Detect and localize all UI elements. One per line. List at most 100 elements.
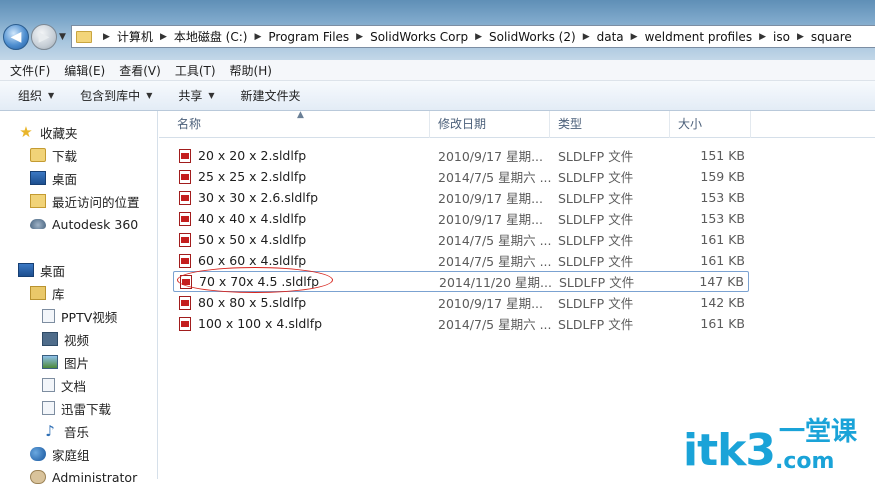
column-header-name[interactable]: 名称 [169, 111, 430, 138]
nav-label: 家庭组 [52, 447, 90, 463]
recent-places-icon [30, 194, 46, 208]
cloud-icon [30, 219, 46, 229]
menu-file[interactable]: 文件(F) [10, 62, 50, 79]
recent-pages-dropdown[interactable]: ▼ [59, 32, 66, 42]
chevron-down-icon: ▼ [48, 91, 55, 100]
breadcrumb-iso[interactable]: iso [773, 30, 790, 44]
nav-label: 音乐 [64, 424, 90, 440]
sldlfp-file-icon [179, 211, 191, 226]
nav-xunlei-downloads[interactable]: 迅雷下载 [42, 398, 111, 418]
include-in-library-button[interactable]: 包含到库中 ▼ [80, 87, 152, 104]
file-row[interactable]: 80 x 80 x 5.sldlfp 2010/9/17 星期... SLDLF… [173, 292, 749, 313]
breadcrumb-separator-icon[interactable]: ▶ [356, 32, 363, 42]
nav-label: 库 [52, 286, 65, 302]
breadcrumb-program-files[interactable]: Program Files [268, 30, 349, 44]
nav-music[interactable]: ♪ 音乐 [42, 421, 89, 441]
share-label: 共享 [178, 89, 203, 103]
nav-autodesk-360[interactable]: Autodesk 360 [30, 214, 138, 234]
nav-pictures[interactable]: 图片 [42, 352, 89, 372]
command-bar: 组织 ▼ 包含到库中 ▼ 共享 ▼ 新建文件夹 [0, 81, 875, 111]
column-header-date[interactable]: 修改日期 [430, 111, 550, 138]
file-date: 2010/9/17 星期... [438, 212, 543, 227]
menu-help[interactable]: 帮助(H) [230, 62, 272, 79]
breadcrumb-separator-icon[interactable]: ▶ [475, 32, 482, 42]
breadcrumb-separator-icon[interactable]: ▶ [631, 32, 638, 42]
navigation-pane: ★ 收藏夹 下载 桌面 最近访问的位置 Autodesk 360 桌面 库 PP… [0, 111, 158, 485]
nav-desktop-root[interactable]: 桌面 [18, 260, 65, 280]
organize-button[interactable]: 组织 ▼ [18, 87, 54, 104]
file-date: 2010/9/17 星期... [438, 149, 543, 164]
downloads-folder-icon [30, 148, 46, 162]
file-date: 2014/7/5 星期六 ... [438, 233, 552, 248]
nav-documents[interactable]: 文档 [42, 375, 86, 395]
menu-tools[interactable]: 工具(T) [175, 62, 216, 79]
breadcrumb-computer[interactable]: 计算机 [117, 28, 153, 45]
file-type: SLDLFP 文件 [558, 296, 634, 311]
breadcrumb-solidworks-2[interactable]: SolidWorks (2) [489, 30, 576, 44]
address-bar[interactable]: ▶ 计算机 ▶ 本地磁盘 (C:) ▶ Program Files ▶ Soli… [71, 25, 875, 48]
new-folder-button[interactable]: 新建文件夹 [241, 87, 301, 104]
sldlfp-file-icon [179, 190, 191, 205]
breadcrumb-separator-icon[interactable]: ▶ [759, 32, 766, 42]
nav-administrator[interactable]: Administrator [30, 467, 137, 487]
sldlfp-file-icon [179, 148, 191, 163]
file-name: 100 x 100 x 4.sldlfp [198, 316, 323, 331]
file-size: 151 KB [700, 148, 745, 163]
breadcrumb-local-disk[interactable]: 本地磁盘 (C:) [174, 28, 248, 45]
file-row[interactable]: 30 x 30 x 2.6.sldlfp 2010/9/17 星期... SLD… [173, 187, 749, 208]
music-note-icon: ♪ [45, 422, 55, 440]
file-size: 142 KB [700, 295, 745, 310]
picture-icon [42, 355, 58, 369]
chevron-down-icon: ▼ [208, 91, 215, 100]
breadcrumb-separator-icon[interactable]: ▶ [254, 32, 261, 42]
file-name: 20 x 20 x 2.sldlfp [198, 148, 307, 163]
file-date: 2014/11/20 星期... [439, 275, 552, 290]
file-row[interactable]: 50 x 50 x 4.sldlfp 2014/7/5 星期六 ... SLDL… [173, 229, 749, 250]
breadcrumb-data[interactable]: data [597, 30, 624, 44]
file-row[interactable]: 40 x 40 x 4.sldlfp 2010/9/17 星期... SLDLF… [173, 208, 749, 229]
forward-button[interactable]: ▶ [31, 24, 57, 50]
nav-label: 下载 [52, 148, 78, 164]
breadcrumb-separator-icon[interactable]: ▶ [583, 32, 590, 42]
breadcrumb-square[interactable]: square [811, 30, 852, 44]
video-icon [42, 332, 58, 346]
file-type: SLDLFP 文件 [558, 170, 634, 185]
file-row[interactable]: 20 x 20 x 2.sldlfp 2010/9/17 星期... SLDLF… [173, 145, 749, 166]
file-name: 80 x 80 x 5.sldlfp [198, 295, 307, 310]
nav-label: 图片 [64, 355, 90, 371]
column-header-type[interactable]: 类型 [550, 111, 670, 138]
nav-libraries[interactable]: 库 [30, 283, 65, 303]
nav-label: 桌面 [40, 263, 66, 279]
star-icon: ★ [19, 123, 33, 141]
nav-downloads[interactable]: 下载 [30, 145, 77, 165]
share-button[interactable]: 共享 ▼ [178, 87, 214, 104]
breadcrumb-separator-icon[interactable]: ▶ [160, 32, 167, 42]
address-area: ◀ ▶ ▼ ▶ 计算机 ▶ 本地磁盘 (C:) ▶ Program Files … [0, 0, 875, 60]
file-name: 50 x 50 x 4.sldlfp [198, 232, 307, 247]
file-row[interactable]: 25 x 25 x 2.sldlfp 2014/7/5 星期六 ... SLDL… [173, 166, 749, 187]
watermark-main: itk3 [682, 425, 776, 476]
arrow-left-icon: ◀ [10, 29, 22, 45]
nav-homegroup[interactable]: 家庭组 [30, 444, 90, 464]
breadcrumb-separator-icon[interactable]: ▶ [797, 32, 804, 42]
nav-videos[interactable]: 视频 [42, 329, 89, 349]
breadcrumb-separator-icon[interactable]: ▶ [103, 32, 110, 42]
nav-desktop[interactable]: 桌面 [30, 168, 77, 188]
file-type: SLDLFP 文件 [559, 275, 635, 290]
nav-favorites[interactable]: ★ 收藏夹 [18, 122, 77, 142]
file-type: SLDLFP 文件 [558, 233, 634, 248]
breadcrumb-weldment-profiles[interactable]: weldment profiles [645, 30, 753, 44]
file-row[interactable]: 100 x 100 x 4.sldlfp 2014/7/5 星期六 ... SL… [173, 313, 749, 334]
nav-pptv-video[interactable]: PPTV视频 [42, 306, 117, 326]
file-type: SLDLFP 文件 [558, 149, 634, 164]
menu-view[interactable]: 查看(V) [119, 62, 161, 79]
breadcrumb-solidworks-corp[interactable]: SolidWorks Corp [370, 30, 468, 44]
nav-recent-places[interactable]: 最近访问的位置 [30, 191, 140, 211]
menu-edit[interactable]: 编辑(E) [64, 62, 105, 79]
nav-label: 文档 [61, 378, 87, 394]
file-size: 153 KB [700, 211, 745, 226]
file-date: 2010/9/17 星期... [438, 191, 543, 206]
back-button[interactable]: ◀ [3, 24, 29, 50]
sldlfp-file-icon [179, 253, 191, 268]
column-header-size[interactable]: 大小 [670, 111, 751, 138]
